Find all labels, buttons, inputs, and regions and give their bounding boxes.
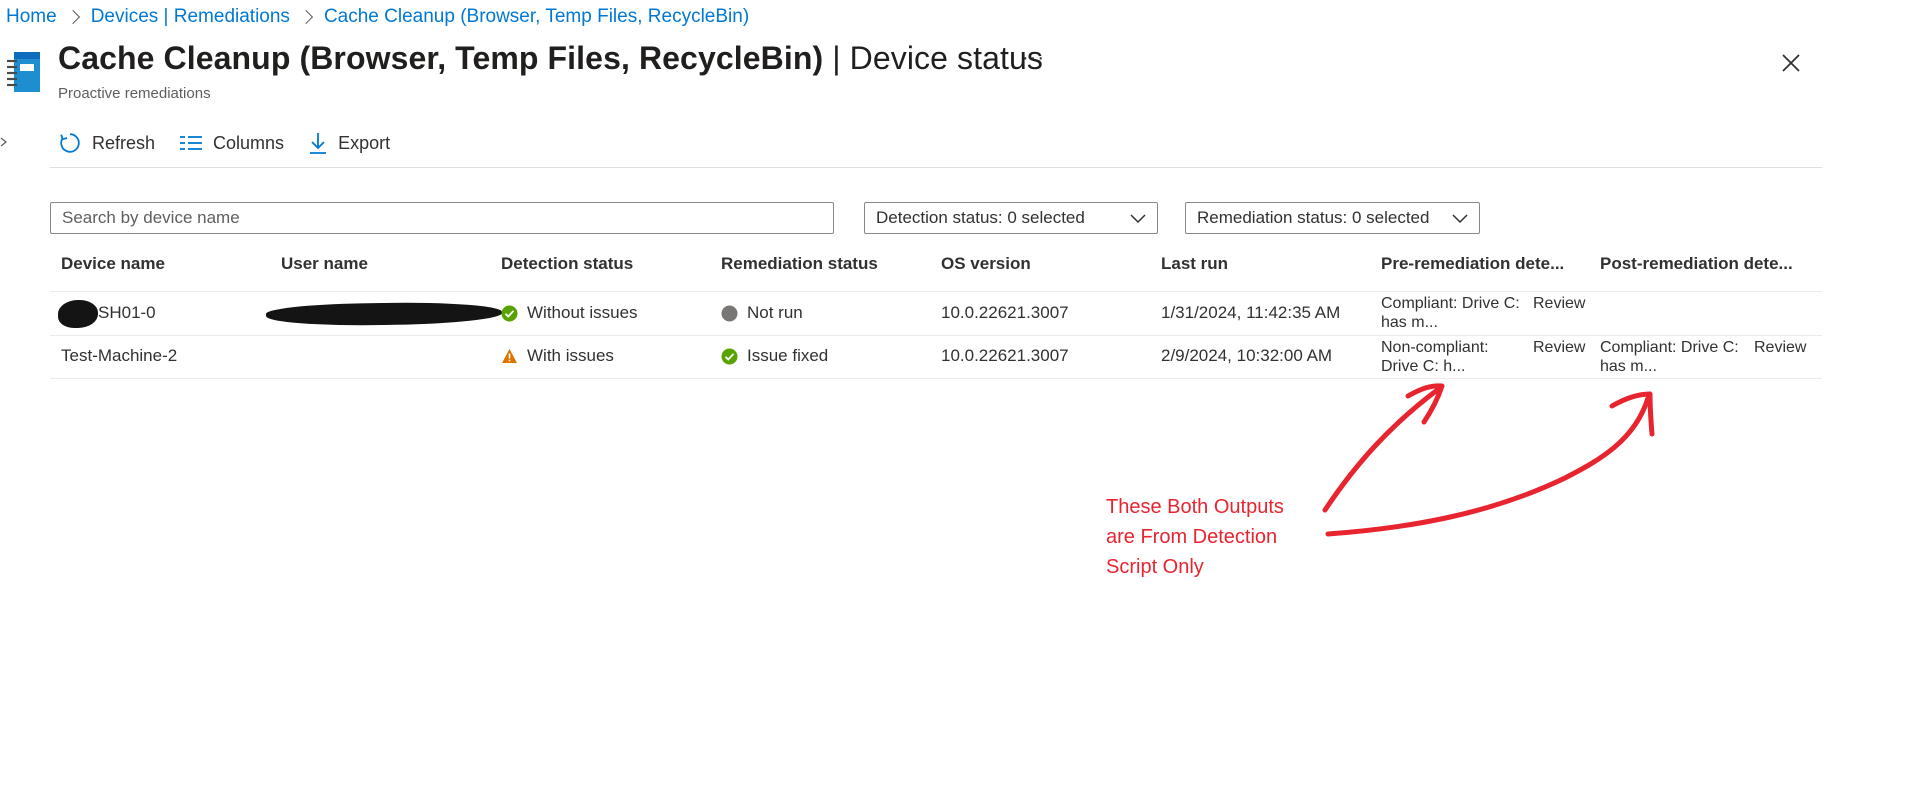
more-options-button[interactable]: ··· <box>1022 47 1045 70</box>
detection-status-cell: Without issues <box>501 303 638 323</box>
close-icon[interactable] <box>1778 50 1804 76</box>
os-version-cell: 10.0.22621.3007 <box>941 303 1069 322</box>
command-bar: Refresh Columns Export <box>58 128 414 158</box>
breadcrumb-remediations[interactable]: Devices | Remediations <box>91 6 290 28</box>
column-header-last-run[interactable]: Last run <box>1161 254 1228 274</box>
annotation-note: These Both Outputs are From Detection Sc… <box>1106 492 1284 582</box>
detection-status-cell: With issues <box>501 346 614 366</box>
remediation-status-filter-label: Remediation status: 0 selected <box>1197 208 1430 227</box>
remediation-status-cell: Not run <box>721 303 803 323</box>
search-input[interactable] <box>50 202 834 234</box>
columns-label: Columns <box>213 132 285 153</box>
page-subtitle: Proactive remediations <box>58 85 211 102</box>
pre-remediation-output-line1: Non-compliant: <box>1381 339 1489 356</box>
device-name-cell[interactable]: SH01-0 <box>98 303 156 323</box>
annotation-arrow-pre <box>1322 385 1443 513</box>
post-remediation-output: Compliant: Drive C: has m... <box>1600 338 1739 376</box>
column-header-pre-remediation[interactable]: Pre-remediation dete... <box>1381 254 1564 274</box>
row-divider <box>50 378 1822 379</box>
chevron-right-icon <box>65 9 80 25</box>
page-title-separator: | <box>823 40 850 76</box>
annotation-arrow-post <box>1325 395 1651 537</box>
detection-status-text: Without issues <box>527 303 638 322</box>
last-run-cell: 2/9/2024, 10:32:00 AM <box>1161 346 1333 365</box>
annotation-line-1: These Both Outputs <box>1106 496 1284 518</box>
chevron-down-icon <box>1452 214 1468 224</box>
check-circle-icon <box>721 348 738 364</box>
annotation-arrows <box>1322 383 1655 537</box>
chevron-right-icon <box>298 9 314 25</box>
detection-status-text: With issues <box>527 346 614 365</box>
breadcrumb: Home Devices | Remediations Cache Cleanu… <box>6 4 749 30</box>
refresh-label: Refresh <box>92 132 156 153</box>
post-remediation-output-line2: has m... <box>1600 358 1657 375</box>
post-remediation-review-link[interactable]: Review <box>1754 338 1806 357</box>
toolbar-divider <box>50 167 1822 168</box>
remediation-status-text: Not run <box>747 303 803 322</box>
warning-icon <box>502 349 517 363</box>
column-header-remediation-status[interactable]: Remediation status <box>721 254 878 274</box>
device-name-cell[interactable]: Test-Machine-2 <box>61 346 177 366</box>
columns-icon <box>180 136 203 150</box>
pre-remediation-output-line1: Compliant: Drive C: <box>1381 295 1520 312</box>
column-header-post-remediation[interactable]: Post-remediation dete... <box>1600 254 1793 274</box>
page-title-script: Cache Cleanup (Browser, Temp Files, Recy… <box>58 40 824 76</box>
download-icon <box>310 133 327 154</box>
expand-sidebar-icon[interactable] <box>0 137 8 147</box>
pre-remediation-output: Compliant: Drive C: has m... <box>1381 294 1520 332</box>
pre-remediation-output-line2: Drive C: h... <box>1381 358 1466 375</box>
columns-button[interactable]: Columns <box>179 133 284 154</box>
annotation-line-2: are From Detection <box>1106 526 1278 548</box>
breadcrumb-home[interactable]: Home <box>6 6 57 28</box>
detection-status-filter-label: Detection status: 0 selected <box>876 208 1085 227</box>
os-version-cell: 10.0.22621.3007 <box>941 346 1069 365</box>
chevron-down-icon <box>1130 214 1146 224</box>
export-label: Export <box>338 132 391 153</box>
pre-remediation-output-line2: has m... <box>1381 314 1438 331</box>
column-header-detection-status[interactable]: Detection status <box>501 254 633 274</box>
column-header-device-name[interactable]: Device name <box>61 254 165 274</box>
check-circle-icon <box>501 305 518 321</box>
page-title-section: Device status <box>849 40 1044 76</box>
redacted-mark <box>58 300 98 328</box>
page-title: Cache Cleanup (Browser, Temp Files, Recy… <box>58 40 1043 77</box>
refresh-icon <box>60 133 80 153</box>
annotation-line-3: Script Only <box>1106 556 1204 578</box>
detection-status-filter[interactable]: Detection status: 0 selected <box>864 202 1158 234</box>
column-header-os-version[interactable]: OS version <box>941 254 1031 274</box>
remediation-script-icon <box>7 52 40 92</box>
column-header-user-name[interactable]: User name <box>281 254 368 274</box>
export-button[interactable]: Export <box>308 132 390 154</box>
breadcrumb-script[interactable]: Cache Cleanup (Browser, Temp Files, Recy… <box>324 6 749 28</box>
pre-remediation-review-link[interactable]: Review <box>1533 338 1585 357</box>
remediation-status-filter[interactable]: Remediation status: 0 selected <box>1185 202 1480 234</box>
remediation-status-text: Issue fixed <box>747 346 829 365</box>
gray-dot-icon <box>721 305 738 321</box>
post-remediation-output-line1: Compliant: Drive C: <box>1600 339 1739 356</box>
pre-remediation-review-link[interactable]: Review <box>1533 294 1585 313</box>
remediation-status-cell: Issue fixed <box>721 346 828 366</box>
refresh-button[interactable]: Refresh <box>58 131 155 155</box>
last-run-cell: 1/31/2024, 11:42:35 AM <box>1161 303 1341 322</box>
pre-remediation-output: Non-compliant: Drive C: h... <box>1381 338 1489 376</box>
